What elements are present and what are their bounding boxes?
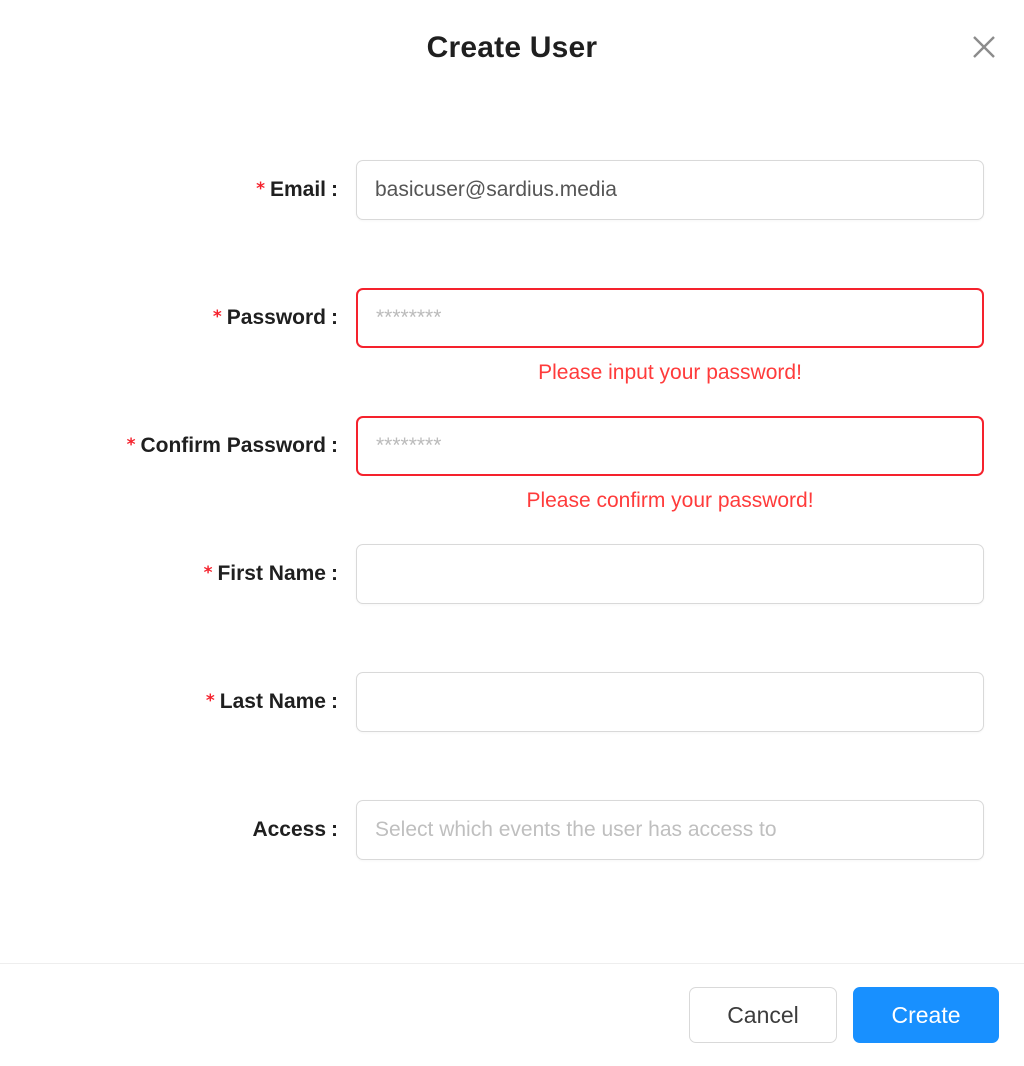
label-access: Access: [0,800,338,860]
dialog-body: *Email: *Password: Please input your pas… [0,96,1024,1066]
label-password: * Password: [0,288,338,348]
label-colon-first-name: : [331,562,338,585]
confirm-password-error-message: Please confirm your password! [526,489,814,512]
close-button[interactable] [962,26,1006,70]
label-first-name: * First Name: [0,544,338,604]
email-input[interactable] [356,160,984,220]
access-select[interactable] [356,800,984,860]
label-colon-email: : [331,178,338,201]
field-access [356,800,984,860]
label-text-access: Access [252,818,326,841]
page-title: Create User [426,31,598,64]
close-icon [969,32,999,65]
label-colon-confirm-password: : [331,434,338,457]
field-last-name [356,672,984,732]
create-button[interactable]: Create [853,987,999,1043]
label-email: * Email: [0,160,338,220]
required-asterisk-confirm-password: * [126,435,136,455]
label-text-email: Email [269,178,326,201]
label-text-password: Password [226,306,326,329]
label-colon-password: : [331,306,338,329]
field-email [356,160,984,220]
cancel-button[interactable]: Cancel [689,987,837,1043]
field-password: Please input your password! [356,288,984,383]
label-colon-last-name: : [331,690,338,713]
field-confirm-password: Please confirm your password! [356,416,984,511]
required-asterisk-email: * [256,179,265,199]
dialog-header: Create User [0,0,1024,96]
password-input[interactable] [356,288,984,348]
create-user-dialog: Create User *Email: *Password: [0,0,1024,1066]
label-text-last-name: Last Name [219,690,326,713]
required-asterisk-last-name: * [205,691,215,711]
confirm-password-input[interactable] [356,416,984,476]
label-colon-access: : [331,818,338,841]
label-confirm-password: * Confirm Password: [0,416,338,476]
required-asterisk-password: * [212,307,222,327]
last-name-input[interactable] [356,672,984,732]
label-text-first-name: First Name [217,562,326,585]
first-name-input[interactable] [356,544,984,604]
label-last-name: * Last Name: [0,672,338,732]
required-asterisk-first-name: * [203,563,213,583]
label-text-confirm-password: Confirm Password [140,434,326,457]
password-error-message: Please input your password! [538,361,802,384]
dialog-footer: Cancel Create [0,963,1024,1066]
field-first-name [356,544,984,604]
